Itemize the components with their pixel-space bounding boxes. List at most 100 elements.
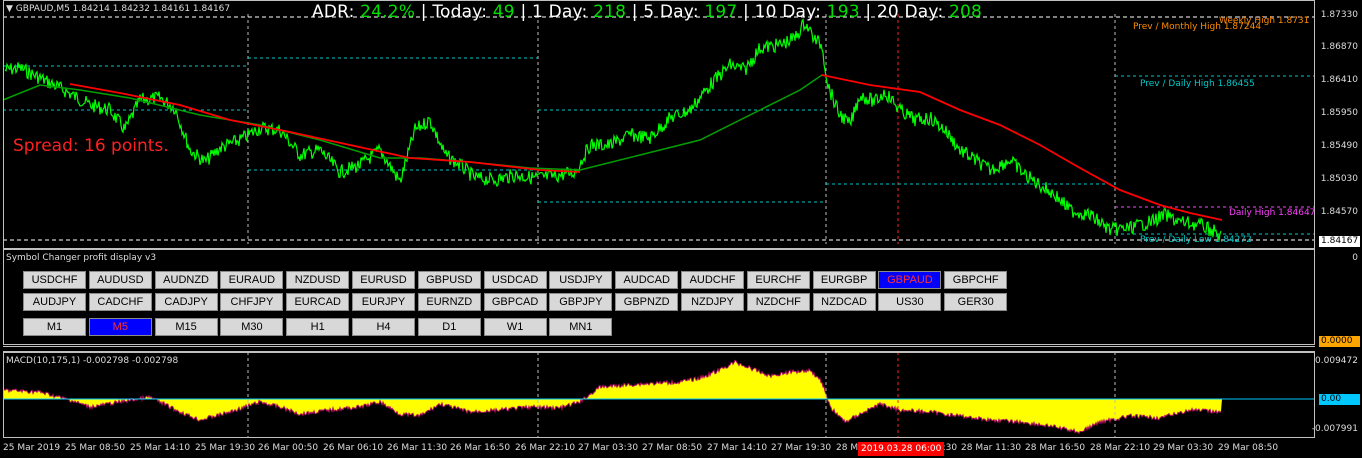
time-tick: 29 Mar 08:50 (1218, 443, 1279, 453)
time-tick: 28 Mar 16:50 (1025, 443, 1086, 453)
btn-audchf[interactable]: AUDCHF (681, 271, 744, 289)
btn-cadjpy[interactable]: CADJPY (154, 293, 218, 311)
time-tick: 25 Mar 14:10 (130, 443, 191, 453)
time-tick: 26 Mar 11:30 (387, 443, 448, 453)
d10-label: | 10 Day: (743, 2, 822, 22)
btn-h4[interactable]: H4 (352, 318, 415, 336)
btn-eurjpy[interactable]: EURJPY (352, 293, 415, 311)
today-label: | Today: (420, 2, 488, 22)
crosshair-time-label: 2019.03.28 06:00 (858, 442, 945, 456)
price-tick: 1.85030 (1320, 174, 1358, 184)
time-tick: 27 Mar 19:30 (771, 443, 832, 453)
d1-value: 218 (593, 2, 627, 22)
btn-gbpnzd[interactable]: GBPNZD (615, 293, 679, 311)
btn-ger30[interactable]: GER30 (944, 293, 1008, 311)
btn-euraud[interactable]: EURAUD (220, 271, 284, 289)
btn-audnzd[interactable]: AUDNZD (154, 271, 218, 289)
macd-pane[interactable]: MACD(10,175,1) -0.002798 -0.002798 0.009… (0, 352, 1362, 438)
btn-nzdcad[interactable]: NZDCAD (812, 293, 876, 311)
time-tick: 27 Mar 03:30 (578, 443, 639, 453)
price-axis: 1.87330 1.86870 1.86410 1.85950 1.85490 … (1315, 0, 1362, 249)
time-tick: 25 Mar 19:30 (195, 443, 256, 453)
symbol-changer-pane: Symbol Changer profit display v3 0 0.000… (0, 249, 1362, 347)
macd-title: MACD(10,175,1) -0.002798 -0.002798 (6, 356, 179, 366)
macd-axis-bottom: -0.007991 (1311, 424, 1358, 434)
adr-value: 24.2% (360, 2, 416, 22)
prev-monthly-high-label: Prev / Monthly High 1.87244 (1133, 22, 1262, 32)
time-axis: 25 Mar 2019 25 Mar 08:50 25 Mar 14:10 25 Ma… (0, 438, 1362, 458)
btn-w1[interactable]: W1 (483, 318, 547, 336)
time-tick: 28 Mar 11:30 (961, 443, 1022, 453)
btn-gbpjpy[interactable]: GBPJPY (549, 293, 613, 311)
btn-eurnzd[interactable]: EURNZD (417, 293, 481, 311)
btn-nzdchf[interactable]: NZDCHF (746, 293, 810, 311)
time-tick: 26 Mar 06:10 (323, 443, 384, 453)
indicator-axis: 0 (1315, 249, 1362, 345)
daily-high-label: Daily High 1.84647 (1229, 208, 1316, 218)
btn-eurchf[interactable]: EURCHF (746, 271, 810, 289)
prev-daily-low-label: Prev / Daily Low 1.84272 (1140, 235, 1252, 245)
time-tick: 27 Mar 08:50 (642, 443, 703, 453)
d5-value: 197 (704, 2, 738, 22)
btn-eurcad[interactable]: EURCAD (286, 293, 350, 311)
time-tick: 25 Mar 2019 (3, 443, 61, 453)
btn-eurusd[interactable]: EURUSD (352, 271, 415, 289)
btn-cadchf[interactable]: CADCHF (88, 293, 152, 311)
time-tick: 26 Mar 00:50 (258, 443, 319, 453)
today-value: 49 (492, 2, 515, 22)
btn-eurgbp[interactable]: EURGBP (812, 271, 876, 289)
time-tick: 27 Mar 14:10 (707, 443, 768, 453)
btn-m15[interactable]: M15 (154, 318, 218, 336)
macd-axis-top: 0.009472 (1315, 356, 1358, 366)
time-tick: 26 Mar 22:10 (515, 443, 576, 453)
d10-value: 193 (826, 2, 860, 22)
btn-audcad[interactable]: AUDCAD (615, 271, 679, 289)
btn-d1[interactable]: D1 (417, 318, 481, 336)
btn-m30[interactable]: M30 (220, 318, 284, 336)
main-chart-frame (3, 0, 1315, 249)
price-tick: 1.86410 (1320, 75, 1358, 85)
chart-header: ▼ GBPAUD,M5 1.84214 1.84232 1.84161 1.84… (6, 4, 230, 14)
indicator-axis-tag: 0.0000 (1319, 336, 1360, 347)
btn-chfjpy[interactable]: CHFJPY (220, 293, 284, 311)
btn-usdchf[interactable]: USDCHF (23, 271, 86, 289)
btn-nzdusd[interactable]: NZDUSD (286, 271, 350, 289)
price-tick: 1.85490 (1320, 141, 1358, 151)
prev-daily-high-label: Prev / Daily High 1.86455 (1140, 79, 1255, 89)
d20-value: 208 (948, 2, 983, 22)
price-tick: 1.84570 (1320, 207, 1358, 217)
macd-frame (3, 352, 1315, 438)
d20-label: | 20 Day: (865, 2, 944, 22)
indicator-axis-top: 0 (1352, 253, 1358, 263)
btn-m1[interactable]: M1 (23, 318, 86, 336)
btn-usdjpy[interactable]: USDJPY (549, 271, 613, 289)
time-tick: 26 Mar 16:50 (450, 443, 511, 453)
chart-header-text: GBPAUD,M5 1.84214 1.84232 1.84161 1.8416… (15, 4, 231, 14)
btn-mn1[interactable]: MN1 (549, 318, 613, 336)
btn-h1[interactable]: H1 (286, 318, 350, 336)
spread-label: Spread: 16 points. (13, 136, 169, 156)
btn-usdcad[interactable]: USDCAD (483, 271, 547, 289)
adr-label: ADR: (312, 2, 355, 22)
price-tick: 1.87330 (1320, 10, 1358, 20)
btn-m5[interactable]: M5 (88, 318, 152, 336)
btn-nzdjpy[interactable]: NZDJPY (681, 293, 744, 311)
dropdown-triangle-icon[interactable]: ▼ (6, 4, 16, 14)
time-tick: 29 Mar 03:30 (1153, 443, 1214, 453)
btn-gbpchf[interactable]: GBPCHF (944, 271, 1008, 289)
current-price-tag: 1.84167 (1319, 236, 1360, 247)
btn-audusd[interactable]: AUDUSD (88, 271, 152, 289)
main-chart-pane[interactable]: ▼ GBPAUD,M5 1.84214 1.84232 1.84161 1.84… (0, 0, 1362, 249)
btn-us30[interactable]: US30 (878, 293, 942, 311)
time-tick: 28 Mar 22:10 (1090, 443, 1151, 453)
adr-readout: ADR: 24.2% | Today: 49 | 1 Day: 218 | 5 … (312, 2, 982, 22)
btn-audjpy[interactable]: AUDJPY (23, 293, 86, 311)
price-tick: 1.86870 (1320, 42, 1358, 52)
symbol-changer-title: Symbol Changer profit display v3 (6, 253, 157, 263)
time-tick: 25 Mar 08:50 (65, 443, 126, 453)
btn-gbpusd[interactable]: GBPUSD (417, 271, 481, 289)
btn-gbpcad[interactable]: GBPCAD (483, 293, 547, 311)
btn-gbpaud[interactable]: GBPAUD (878, 271, 942, 289)
d1-label: | 1 Day: (520, 2, 588, 22)
macd-zero-tag: 0.00 (1319, 394, 1360, 405)
